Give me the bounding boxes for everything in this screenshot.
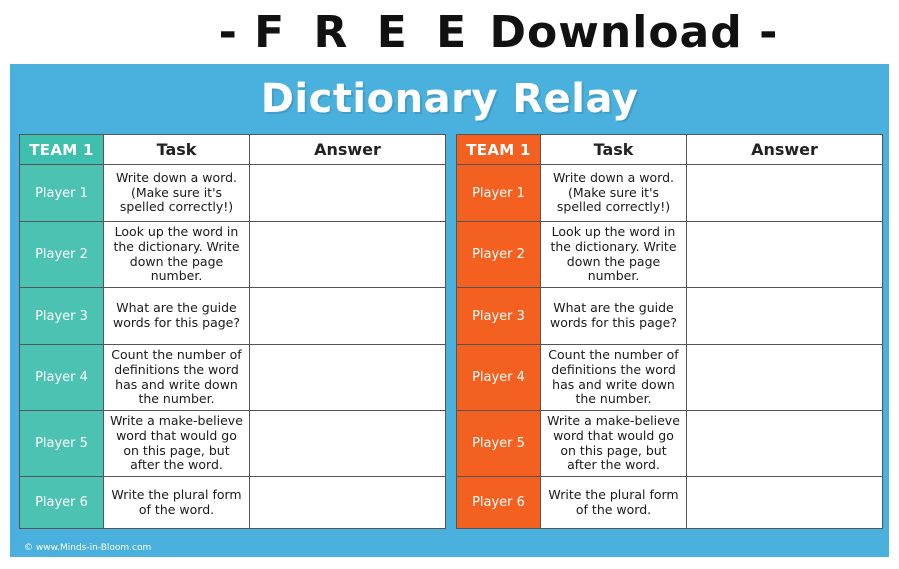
player-label: Player 2: [456, 221, 541, 288]
answer-cell[interactable]: [249, 410, 446, 477]
task-text: Write down a word. (Make sure it's spell…: [540, 164, 687, 222]
answer-cell[interactable]: [249, 344, 446, 411]
task-text: Write a make-believe word that would go …: [103, 410, 250, 477]
answer-cell[interactable]: [686, 287, 883, 345]
answer-cell[interactable]: [686, 164, 883, 222]
table-row: Player 3 What are the guide words for th…: [19, 287, 446, 345]
table-row: Player 2 Look up the word in the diction…: [19, 221, 446, 288]
free-download-banner: - F R E E Download -: [0, 0, 899, 64]
answer-cell[interactable]: [686, 344, 883, 411]
task-text: Look up the word in the dictionary. Writ…: [540, 221, 687, 288]
column-header-task: Task: [540, 134, 687, 165]
task-text: Write down a word. (Make sure it's spell…: [103, 164, 250, 222]
player-label: Player 3: [19, 287, 104, 345]
relay-table-team-a: TEAM 1 Task Answer Player 1 Write down a…: [19, 134, 446, 529]
banner-prefix: -: [218, 6, 255, 58]
table-row: Player 1 Write down a word. (Make sure i…: [456, 164, 883, 222]
table-row: Player 6 Write the plural form of the wo…: [19, 476, 446, 529]
answer-cell[interactable]: [249, 287, 446, 345]
table-header-row: TEAM 1 Task Answer: [19, 134, 446, 165]
relay-table-team-b: TEAM 1 Task Answer Player 1 Write down a…: [456, 134, 883, 529]
task-text: Write a make-believe word that would go …: [540, 410, 687, 477]
task-text: Look up the word in the dictionary. Writ…: [103, 221, 250, 288]
column-header-answer: Answer: [249, 134, 446, 165]
player-label: Player 1: [456, 164, 541, 222]
answer-cell[interactable]: [249, 164, 446, 222]
column-header-team: TEAM 1: [19, 134, 104, 165]
table-header-row: TEAM 1 Task Answer: [456, 134, 883, 165]
answer-cell[interactable]: [686, 410, 883, 477]
task-text: What are the guide words for this page?: [540, 287, 687, 345]
banner-free-word: F R E E: [254, 6, 474, 58]
table-row: Player 5 Write a make-believe word that …: [456, 410, 883, 477]
task-text: Write the plural form of the word.: [540, 476, 687, 529]
player-label: Player 5: [456, 410, 541, 477]
task-text: Count the number of definitions the word…: [540, 344, 687, 411]
banner-download-word: Download: [489, 6, 743, 58]
worksheet-page: - F R E E Download - Dictionary Relay TE…: [0, 0, 899, 569]
player-label: Player 6: [456, 476, 541, 529]
column-header-team: TEAM 1: [456, 134, 541, 165]
table-row: Player 5 Write a make-believe word that …: [19, 410, 446, 477]
task-text: Count the number of definitions the word…: [103, 344, 250, 411]
column-header-task: Task: [103, 134, 250, 165]
table-row: Player 6 Write the plural form of the wo…: [456, 476, 883, 529]
answer-cell[interactable]: [686, 221, 883, 288]
page-title: Dictionary Relay: [260, 76, 639, 122]
table-row: Player 4 Count the number of definitions…: [456, 344, 883, 411]
answer-cell[interactable]: [249, 221, 446, 288]
table-row: Player 2 Look up the word in the diction…: [456, 221, 883, 288]
player-label: Player 6: [19, 476, 104, 529]
banner-suffix: -: [742, 6, 779, 58]
player-label: Player 4: [19, 344, 104, 411]
column-header-answer: Answer: [686, 134, 883, 165]
table-row: Player 3 What are the guide words for th…: [456, 287, 883, 345]
player-label: Player 1: [19, 164, 104, 222]
task-text: Write the plural form of the word.: [103, 476, 250, 529]
relay-tables: TEAM 1 Task Answer Player 1 Write down a…: [10, 134, 889, 529]
credit-text: © www.Minds-in-Bloom.com: [24, 543, 152, 553]
table-row: Player 4 Count the number of definitions…: [19, 344, 446, 411]
worksheet-sheet: Dictionary Relay TEAM 1 Task Answer Play…: [10, 64, 889, 557]
answer-cell[interactable]: [686, 476, 883, 529]
answer-cell[interactable]: [249, 476, 446, 529]
player-label: Player 4: [456, 344, 541, 411]
player-label: Player 5: [19, 410, 104, 477]
player-label: Player 2: [19, 221, 104, 288]
table-row: Player 1 Write down a word. (Make sure i…: [19, 164, 446, 222]
worksheet-title-bar: Dictionary Relay: [10, 64, 889, 134]
player-label: Player 3: [456, 287, 541, 345]
task-text: What are the guide words for this page?: [103, 287, 250, 345]
